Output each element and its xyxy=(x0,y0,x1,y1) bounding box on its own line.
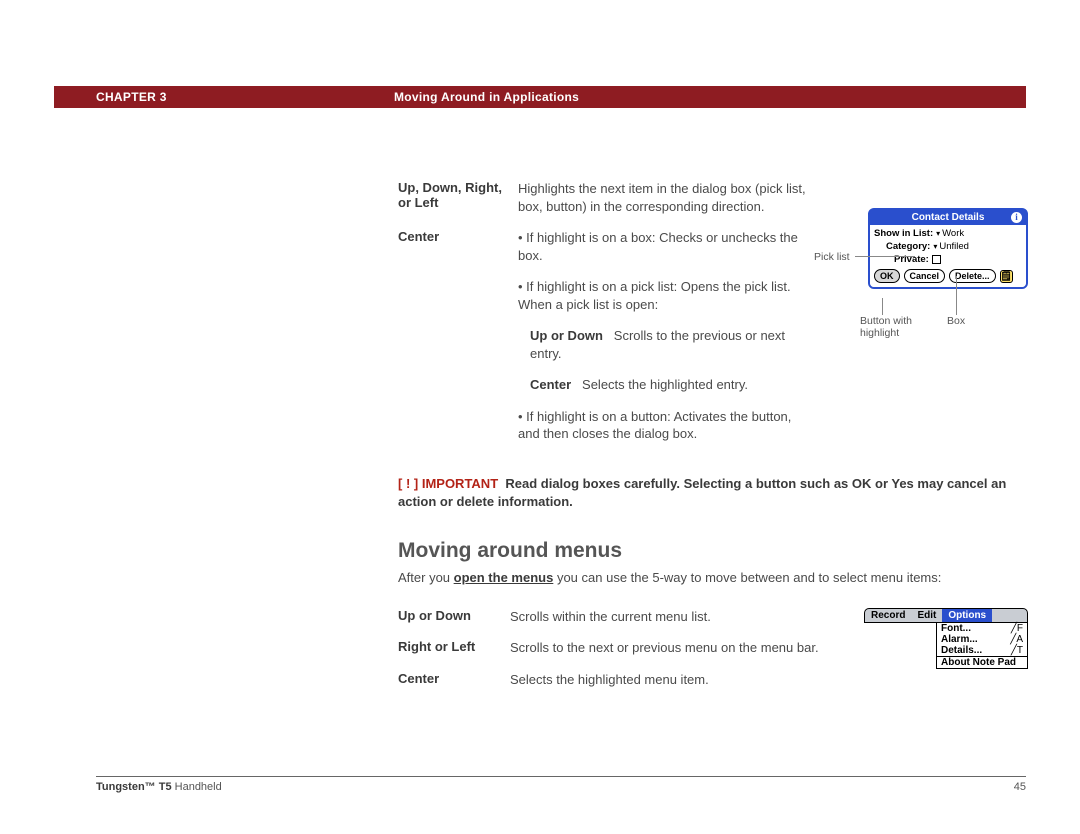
ok-button[interactable]: OK xyxy=(874,269,900,283)
palm-menu-mock: Record Edit Options Font... ╱F Alarm... … xyxy=(864,608,1028,669)
important-label: IMPORTANT xyxy=(422,476,498,491)
def-term: Up or Down xyxy=(398,608,510,626)
dialog-row: Category: Unfiled xyxy=(874,241,1022,252)
bullet-list: If highlight is on a box: Checks or unch… xyxy=(518,229,808,313)
menu-tab-options[interactable]: Options xyxy=(942,609,992,622)
bullet-item: If highlight is on a box: Checks or unch… xyxy=(518,229,808,264)
callout-picklist: Pick list xyxy=(814,251,850,263)
chapter-header-bar: CHAPTER 3 Moving Around in Applications xyxy=(54,86,1026,108)
footer-product-name: Tungsten™ T5 xyxy=(96,781,172,793)
def-term: Center xyxy=(398,671,510,689)
menu-item-details[interactable]: Details... ╱T xyxy=(937,645,1027,656)
sub-text: Selects the highlighted entry. xyxy=(582,377,748,392)
bullet-item: If highlight is on a button: Activates t… xyxy=(518,408,808,443)
menu-item-alarm[interactable]: Alarm... ╱A xyxy=(937,634,1027,645)
para-text: you can use the 5-way to move between an… xyxy=(553,570,941,585)
dialog-titlebar: Contact Details i xyxy=(870,210,1026,225)
sub-def: Center Selects the highlighted entry. xyxy=(530,376,808,394)
info-icon[interactable]: i xyxy=(1011,212,1022,223)
heading-menus: Moving around menus xyxy=(398,539,1028,563)
cancel-button[interactable]: Cancel xyxy=(904,269,946,283)
sub-term: Up or Down xyxy=(530,328,603,343)
dialog-button-row: OK Cancel Delete... 🗒 xyxy=(874,269,1022,283)
def-term: Up, Down, Right, or Left xyxy=(398,180,518,215)
menus-paragraph: After you open the menus you can use the… xyxy=(398,569,1028,587)
menu-dropdown: Font... ╱F Alarm... ╱A Details... ╱T Abo… xyxy=(936,623,1028,669)
menu-tab-edit[interactable]: Edit xyxy=(911,609,942,622)
def-desc: If highlight is on a box: Checks or unch… xyxy=(518,229,808,457)
def-desc: Scrolls within the current menu list. xyxy=(510,608,840,626)
menu-item-font[interactable]: Font... ╱F xyxy=(937,623,1027,634)
def-desc: Highlights the next item in the dialog b… xyxy=(518,180,808,215)
page-number: 45 xyxy=(1014,781,1026,793)
dialog-title: Contact Details xyxy=(912,212,985,223)
important-callout: [ ! ] IMPORTANT Read dialog boxes carefu… xyxy=(398,475,1028,511)
callout-leader-line xyxy=(855,256,915,257)
open-menus-link[interactable]: open the menus xyxy=(454,570,554,585)
menu-item-label: Alarm... xyxy=(941,634,978,645)
menu-shortcut: ╱F xyxy=(1011,623,1023,634)
footer-product-rest: Handheld xyxy=(172,781,222,793)
callout-button-highlight: Button with highlight xyxy=(860,315,920,339)
menu-item-about[interactable]: About Note Pad xyxy=(937,656,1027,668)
chapter-label: CHAPTER 3 xyxy=(54,90,167,104)
important-prefix: [ ! ] xyxy=(398,476,422,491)
def-row: Center Selects the highlighted menu item… xyxy=(398,671,1028,689)
note-icon[interactable]: 🗒 xyxy=(1000,270,1013,283)
def-desc: Selects the highlighted menu item. xyxy=(510,671,840,689)
sub-term: Center xyxy=(530,377,571,392)
menu-shortcut: ╱A xyxy=(1010,634,1023,645)
dialog-row: Show in List: Work xyxy=(874,228,1022,239)
callout-leader-line xyxy=(882,298,883,315)
para-text: After you xyxy=(398,570,454,585)
callout-leader-line xyxy=(956,276,957,315)
bullet-item: If highlight is on a pick list: Opens th… xyxy=(518,278,808,313)
callout-box: Box xyxy=(947,315,965,327)
category-picklist[interactable]: Unfiled xyxy=(933,241,969,252)
section-title: Moving Around in Applications xyxy=(394,90,579,104)
menu-item-label: Details... xyxy=(941,645,982,656)
def-desc: Scrolls to the next or previous menu on … xyxy=(510,639,840,657)
private-checkbox[interactable] xyxy=(932,255,941,264)
bullet-list: If highlight is on a button: Activates t… xyxy=(518,408,808,443)
palm-contact-details-dialog: Contact Details i Show in List: Work Cat… xyxy=(868,208,1028,289)
menu-tab-record[interactable]: Record xyxy=(865,609,911,622)
menu-bar: Record Edit Options xyxy=(864,608,1028,623)
sub-def: Up or Down Scrolls to the previous or ne… xyxy=(530,327,808,362)
page-footer: Tungsten™ T5 Handheld 45 xyxy=(96,776,1026,793)
menu-shortcut: ╱T xyxy=(1011,645,1023,656)
show-in-list-label: Show in List: xyxy=(874,228,933,239)
footer-product: Tungsten™ T5 Handheld xyxy=(96,781,222,793)
show-in-list-picklist[interactable]: Work xyxy=(936,228,964,239)
menu-item-label: About Note Pad xyxy=(941,657,1016,668)
def-term: Right or Left xyxy=(398,639,510,657)
def-term: Center xyxy=(398,229,518,457)
category-label: Category: xyxy=(886,241,930,252)
menu-item-label: Font... xyxy=(941,623,971,634)
